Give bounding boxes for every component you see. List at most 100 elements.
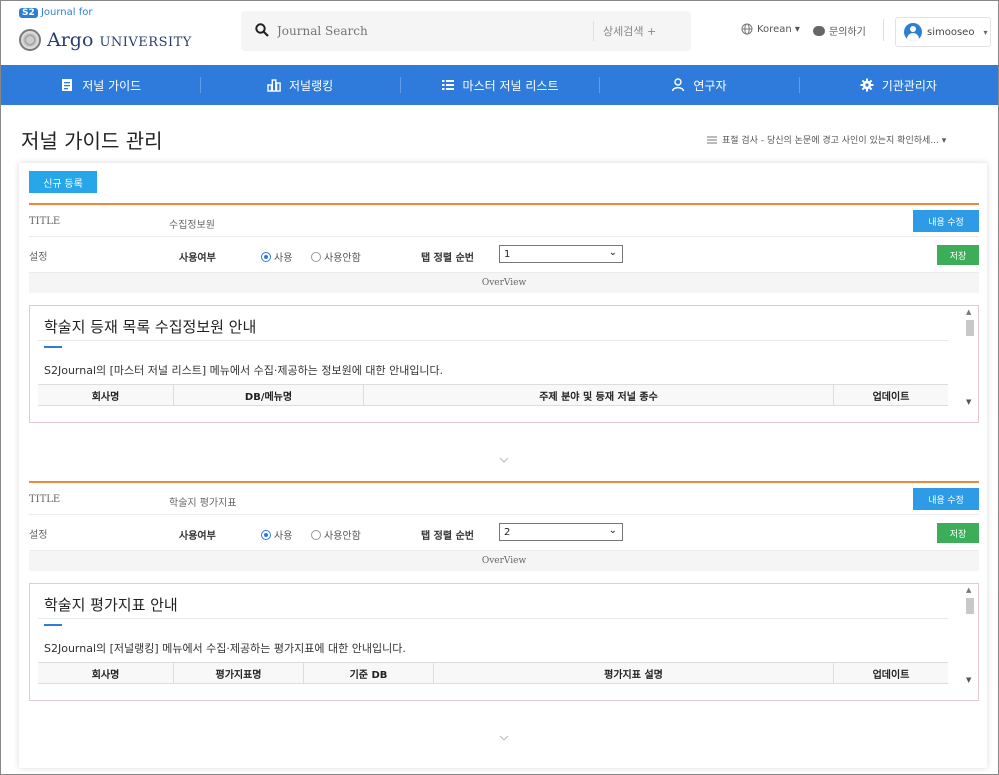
overview-preview[interactable]: 학술지 등재 목록 수집정보원 안내 S2Journal의 [마스터 저널 리스…: [29, 305, 979, 423]
radio-use[interactable]: 사용: [261, 527, 292, 542]
plagiarism-notice[interactable]: 표절 검사 - 당신의 논문에 경고 사인이 있는지 확인하세... ▾: [707, 133, 992, 146]
radio-checked-icon: [261, 529, 271, 540]
expand-chevron-icon[interactable]: [499, 455, 509, 465]
gear-icon: [860, 78, 874, 92]
document-icon: [62, 79, 73, 91]
preview-description: S2Journal의 [저널랭킹] 메뉴에서 수집·제공하는 평가지표에 대한 …: [44, 642, 406, 655]
logo-tagline: Journal for: [40, 7, 93, 18]
sort-order-value: 2: [504, 526, 511, 538]
title-accent: [44, 624, 62, 626]
inquiry-label: 문의하기: [829, 27, 866, 38]
preview-table-header: 회사명 DB/메뉴명 주제 분야 및 등재 저널 종수 업데이트: [38, 384, 948, 406]
nav-item-journal-guide[interactable]: 저널 가이드: [1, 65, 200, 105]
user-menu[interactable]: simooseo ▾: [895, 17, 991, 47]
logo[interactable]: Argo UNIVERSITY: [19, 29, 192, 51]
preview-divider: [38, 340, 948, 341]
column-header: 평가지표명: [174, 663, 304, 683]
save-button[interactable]: 저장: [937, 245, 979, 265]
preview-description: S2Journal의 [마스터 저널 리스트] 메뉴에서 수집·제공하는 정보원…: [44, 364, 444, 377]
expand-chevron-icon[interactable]: [499, 733, 509, 743]
scroll-thumb[interactable]: [966, 320, 974, 336]
radio-label: 사용안함: [324, 531, 361, 542]
nav-item-researcher[interactable]: 연구자: [599, 65, 798, 105]
column-header: 업데이트: [872, 391, 910, 403]
preview-table-header: 회사명 평가지표명 기준 DB 평가지표 설명 업데이트: [38, 662, 948, 684]
inquiry-link[interactable]: 문의하기: [813, 23, 866, 38]
scroll-down-icon[interactable]: ▼: [966, 398, 971, 406]
settings-row: 설정 사용여부 사용 사용안함 탭 정렬 순번 2 ⌄ 저장: [29, 515, 979, 551]
user-name: simooseo: [927, 26, 975, 38]
nav-label: 마스터 저널 리스트: [462, 78, 559, 93]
nav-item-institution-admin[interactable]: 기관관리자: [798, 65, 998, 105]
radio-label: 사용안함: [324, 253, 361, 264]
person-icon: [672, 78, 685, 92]
chevron-down-icon: ⌄: [608, 247, 617, 258]
nav-item-master-journal-list[interactable]: 마스터 저널 리스트: [399, 65, 599, 105]
ranking-icon: [267, 79, 281, 92]
search-icon[interactable]: [255, 23, 269, 37]
scroll-down-icon[interactable]: ▼: [966, 676, 971, 684]
title-value: 수집정보원: [169, 220, 215, 231]
column-header: DB/메뉴명: [174, 385, 364, 405]
column-header: 회사명: [38, 663, 174, 683]
settings-row: 설정 사용여부 사용 사용안함 탭 정렬 순번 1 ⌄ 저장: [29, 237, 979, 273]
logo-badge: S2: [19, 8, 38, 18]
page-title: 저널 가이드 관리: [21, 129, 163, 153]
title-row: TITLE 수집정보원 내용 수정: [29, 205, 979, 237]
column-header: 회사명: [38, 385, 174, 405]
search-divider: [593, 21, 594, 41]
sort-order-value: 1: [504, 248, 511, 260]
scroll-up-icon[interactable]: ▲: [966, 308, 971, 316]
radio-unused[interactable]: 사용안함: [311, 249, 361, 264]
list-icon: [441, 80, 454, 90]
edit-content-button[interactable]: 내용 수정: [913, 488, 979, 510]
radio-use[interactable]: 사용: [261, 249, 292, 264]
sort-order-select[interactable]: 2 ⌄: [499, 523, 623, 541]
title-value: 학술지 평가지표: [169, 498, 237, 509]
radio-unused[interactable]: 사용안함: [311, 527, 361, 542]
advanced-search-button[interactable]: 상세검색 +: [603, 23, 656, 39]
column-header: 평가지표 설명: [434, 663, 834, 683]
speech-bubble-icon: [813, 25, 825, 36]
university-seal-icon: [19, 29, 41, 51]
settings-label: 설정: [29, 252, 48, 263]
edit-content-button[interactable]: 내용 수정: [913, 210, 979, 232]
preview-title: 학술지 등재 목록 수집정보원 안내: [44, 318, 257, 336]
save-button[interactable]: 저장: [937, 523, 979, 543]
logo-suffix: UNIVERSITY: [99, 35, 192, 50]
content-panel: 신규 등록 TITLE 수집정보원 내용 수정 설정 사용여부 사용 사용안함 …: [19, 163, 987, 768]
sort-order-label: 탭 정렬 순번: [421, 531, 474, 542]
scrollbar[interactable]: ▲ ▼: [964, 586, 976, 698]
new-register-button[interactable]: 신규 등록: [29, 171, 97, 193]
overview-bar: OverView: [29, 273, 979, 293]
logo-wordmark: Argo UNIVERSITY: [47, 29, 192, 51]
scrollbar[interactable]: ▲ ▼: [964, 308, 976, 420]
column-header: 업데이트: [872, 669, 910, 681]
radio-checked-icon: [261, 251, 271, 262]
settings-label: 설정: [29, 530, 48, 541]
globe-icon: [741, 23, 753, 35]
nav-label: 저널 가이드: [82, 78, 142, 93]
scroll-thumb[interactable]: [966, 598, 974, 614]
search-input[interactable]: [277, 21, 607, 41]
title-label: TITLE: [29, 494, 61, 505]
scroll-up-icon[interactable]: ▲: [966, 586, 971, 594]
chevron-down-icon: ⌄: [608, 525, 617, 536]
header-divider: [883, 19, 884, 41]
language-selector[interactable]: Korean ▾: [741, 23, 800, 35]
overview-bar: OverView: [29, 551, 979, 571]
use-label: 사용여부: [179, 531, 216, 542]
nav-label: 기관관리자: [881, 78, 937, 93]
overview-preview[interactable]: 학술지 평가지표 안내 S2Journal의 [저널랭킹] 메뉴에서 수집·제공…: [29, 583, 979, 701]
menu-icon: [707, 135, 717, 144]
column-header: 기준 DB: [304, 663, 434, 683]
radio-unchecked-icon: [311, 251, 321, 262]
guide-section: TITLE 학술지 평가지표 내용 수정 설정 사용여부 사용 사용안함 탭 정…: [29, 481, 979, 741]
logo-name: Argo: [47, 29, 94, 51]
sort-order-select[interactable]: 1 ⌄: [499, 245, 623, 263]
radio-label: 사용: [274, 531, 293, 542]
sort-order-label: 탭 정렬 순번: [421, 253, 474, 264]
nav-item-journal-ranking[interactable]: 저널랭킹: [200, 65, 399, 105]
title-accent: [44, 346, 62, 348]
preview-divider: [38, 618, 948, 619]
